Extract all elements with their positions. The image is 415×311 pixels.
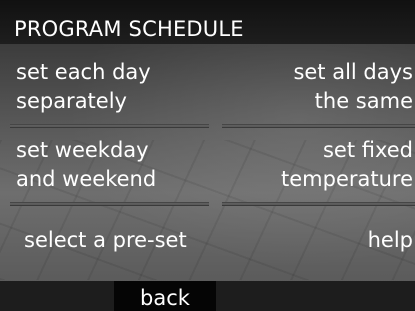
- divider-right-1: [222, 124, 415, 128]
- set-weekday-line1: set weekday: [16, 138, 149, 162]
- select-preset-label: select a pre-set: [24, 228, 187, 252]
- select-preset-button[interactable]: select a pre-set: [24, 226, 187, 255]
- help-button[interactable]: help: [368, 226, 413, 255]
- set-each-day-line2: separately: [16, 89, 127, 113]
- divider-left-1: [10, 124, 209, 128]
- thermostat-screen: PROGRAM SCHEDULE set each day separately…: [0, 0, 415, 311]
- set-all-days-button[interactable]: set all days the same: [293, 58, 413, 116]
- divider-right-2: [222, 202, 415, 206]
- set-fixed-line1: set fixed: [322, 138, 413, 162]
- set-weekday-line2: and weekend: [16, 167, 157, 191]
- set-each-day-line1: set each day: [16, 60, 151, 84]
- back-button[interactable]: back: [114, 281, 216, 311]
- set-weekday-weekend-button[interactable]: set weekday and weekend: [16, 136, 156, 194]
- set-fixed-temperature-button[interactable]: set fixed temperature: [281, 136, 413, 194]
- set-all-days-line2: the same: [314, 89, 413, 113]
- divider-left-2: [10, 202, 209, 206]
- help-label: help: [367, 228, 413, 252]
- set-each-day-button[interactable]: set each day separately: [16, 58, 151, 116]
- page-title: PROGRAM SCHEDULE: [14, 17, 244, 41]
- back-label: back: [140, 286, 190, 310]
- set-all-days-line1: set all days: [293, 60, 413, 84]
- title-bar: PROGRAM SCHEDULE: [0, 0, 415, 44]
- set-fixed-line2: temperature: [281, 167, 413, 191]
